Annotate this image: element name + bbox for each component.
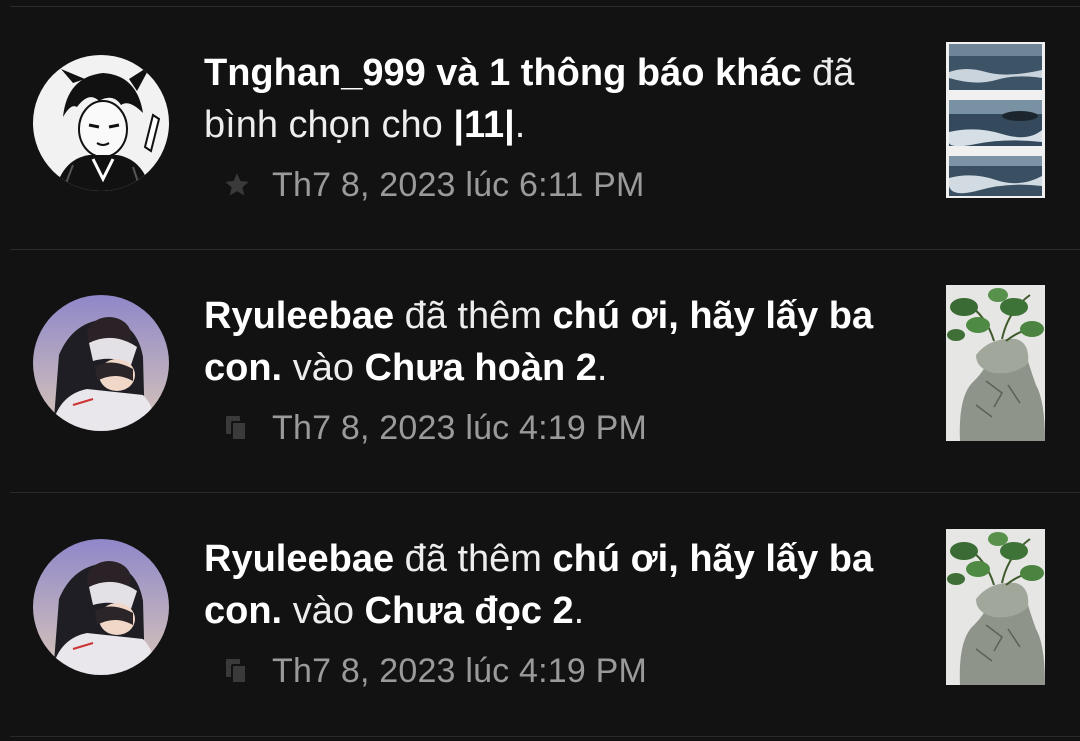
story-title[interactable]: |11| [453,104,514,146]
notification-meta: Th7 8, 2023 lúc 4:19 PM [222,406,647,450]
connector-text: vào [292,590,354,632]
avatar[interactable] [33,55,169,191]
notification-item[interactable]: Ryuleebae đã thêm chú ơi, hãy lấy ba con… [0,250,1080,493]
avatar[interactable] [33,539,169,675]
manga-boy-avatar-icon [33,55,169,191]
ocean-waves-thumbnail-icon [946,42,1045,198]
notification-text: Tnghan_999 và 1 thông báo khác đã bình c… [204,47,904,151]
notification-item[interactable]: Ryuleebae đã thêm chú ơi, hãy lấy ba con… [0,493,1080,736]
library-add-icon [222,656,252,686]
verb-text: đã thêm [404,538,542,580]
story-thumbnail[interactable] [946,42,1045,198]
plant-bust-thumbnail-icon [946,529,1045,685]
plant-bust-thumbnail-icon [946,285,1045,441]
notification-meta: Th7 8, 2023 lúc 6:11 PM [222,163,645,207]
notification-item[interactable]: Tnghan_999 và 1 thông báo khác đã bình c… [0,7,1080,250]
actor-name[interactable]: Ryuleebae [204,295,394,337]
notification-meta: Th7 8, 2023 lúc 4:19 PM [222,649,647,693]
library-add-icon [222,413,252,443]
punctuation: . [514,104,526,146]
verb-text: đã thêm [404,295,542,337]
timestamp: Th7 8, 2023 lúc 4:19 PM [272,651,648,690]
notification-text: Ryuleebae đã thêm chú ơi, hãy lấy ba con… [204,290,904,394]
story-thumbnail[interactable] [946,529,1045,685]
reading-list-name[interactable]: Chưa đọc 2 [365,590,574,632]
timestamp: Th7 8, 2023 lúc 4:19 PM [272,408,648,447]
action-text: bình chọn cho [204,104,443,146]
avatar[interactable] [33,295,169,431]
couple-hug-avatar-icon [33,539,169,675]
timestamp: Th7 8, 2023 lúc 6:11 PM [272,165,645,204]
verb-text: đã [812,52,855,94]
star-icon [222,170,252,200]
actor-name[interactable]: Ryuleebae [204,538,394,580]
story-thumbnail[interactable] [946,285,1045,441]
punctuation: . [596,347,608,389]
actor-name[interactable]: Tnghan_999 và 1 thông báo khác [204,52,802,94]
couple-hug-avatar-icon [33,295,169,431]
connector-text: vào [292,347,354,389]
notification-text: Ryuleebae đã thêm chú ơi, hãy lấy ba con… [204,533,904,637]
reading-list-name[interactable]: Chưa hoàn 2 [365,347,597,389]
punctuation: . [573,590,585,632]
row-divider [10,736,1080,737]
